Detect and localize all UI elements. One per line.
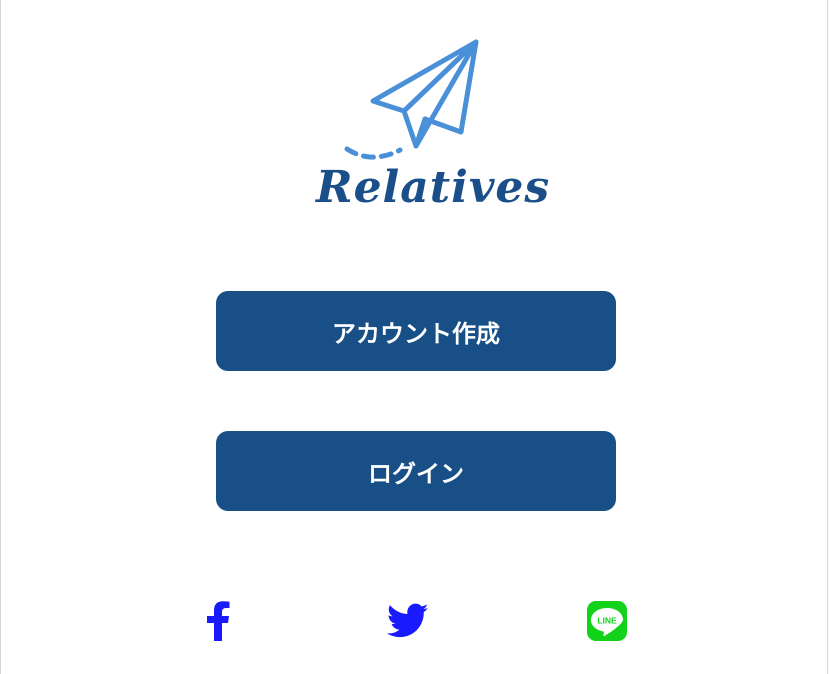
login-button[interactable]: ログイン [216, 431, 616, 511]
twitter-login-button[interactable] [385, 598, 431, 644]
app-logo: Relatives [316, 36, 551, 218]
create-account-button[interactable]: アカウント作成 [216, 291, 616, 371]
facebook-icon [207, 601, 230, 641]
line-icon-text: LINE [597, 616, 617, 626]
app-frame: Relatives アカウント作成 ログイン LINE [0, 0, 828, 674]
facebook-login-button[interactable] [198, 598, 238, 644]
app-wordmark: Relatives [316, 162, 551, 213]
paper-plane-icon [344, 39, 479, 160]
line-icon: LINE [587, 601, 627, 641]
line-login-button[interactable]: LINE [586, 598, 628, 644]
twitter-icon [387, 603, 429, 638]
